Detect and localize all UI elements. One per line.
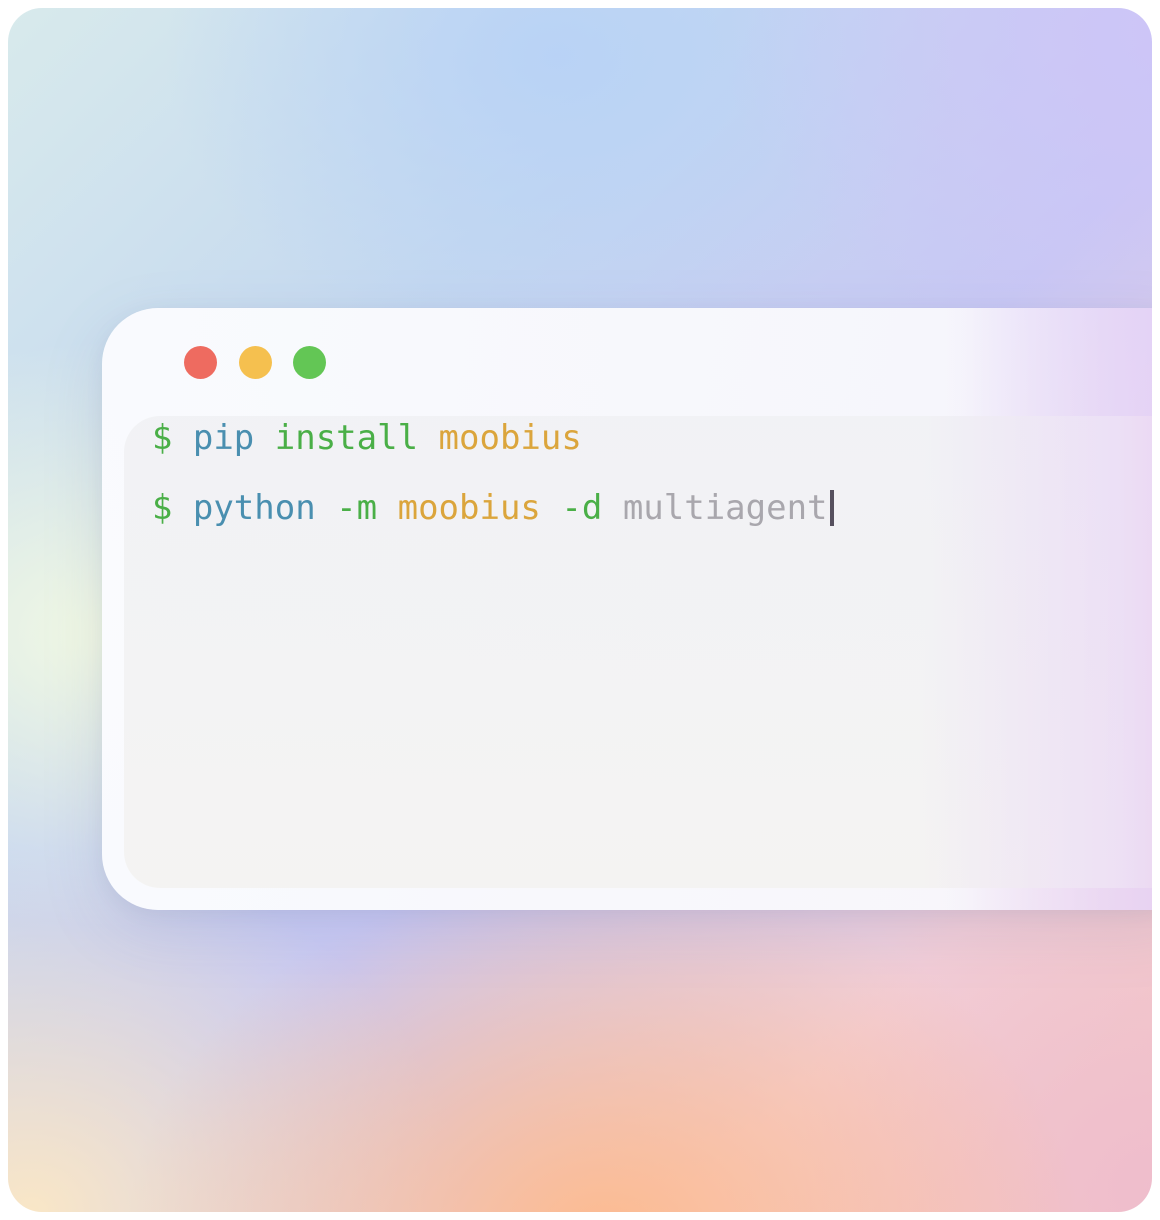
- argument-token: multiagent: [622, 488, 828, 528]
- command-token: python: [192, 488, 316, 528]
- terminal-edge-fade: [922, 416, 1152, 888]
- package-token: moobius: [397, 488, 541, 528]
- terminal-line-2: $ python -m moobius -d multiagent: [70, 442, 834, 574]
- prompt-symbol: $: [151, 488, 173, 528]
- text-cursor: [829, 490, 834, 526]
- module-flag-token: -m: [336, 488, 378, 528]
- gradient-background: $ pip install moobius $ python -m moobiu…: [8, 8, 1152, 1212]
- option-flag-token: -d: [561, 488, 603, 528]
